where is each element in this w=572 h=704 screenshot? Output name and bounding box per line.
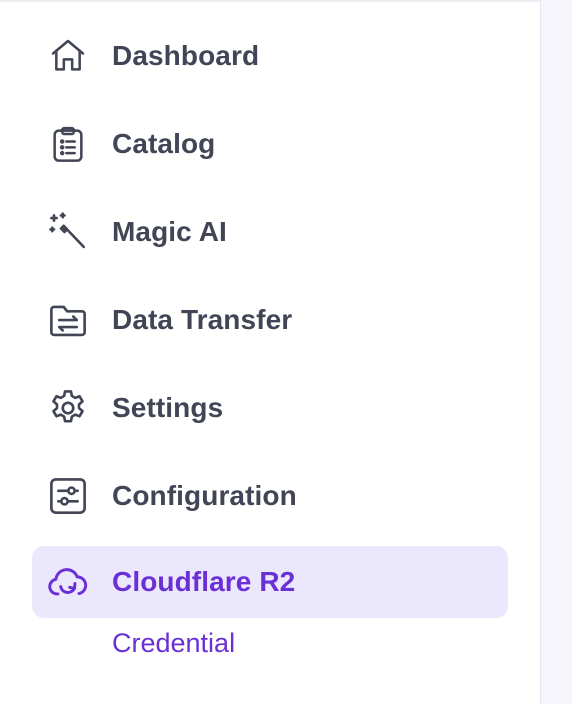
sidebar-item-label: Data Transfer [112,304,293,335]
sidebar-item-data-transfer[interactable]: Data Transfer [32,284,508,356]
gear-icon [45,385,91,431]
sidebar-item-label: Configuration [112,480,297,511]
sidebar-item-cloudflare-r2[interactable]: Cloudflare R2 [32,546,508,618]
cloud-icon [45,559,91,605]
clipboard-list-icon [45,121,91,167]
main-content-edge [540,0,572,704]
magic-wand-icon [45,209,91,255]
sliders-icon [45,473,91,519]
sidebar-item-label: Dashboard [112,40,260,71]
sidebar-item-dashboard[interactable]: Dashboard [32,20,508,92]
sidebar-item-settings[interactable]: Settings [32,372,508,444]
sidebar-subitem-credential[interactable]: Credential [112,628,235,659]
sidebar: Dashboard Catalog Magic AI Data Transfer… [0,0,540,704]
sidebar-item-label: Catalog [112,128,216,159]
sidebar-item-label: Settings [112,392,224,423]
home-icon [45,33,91,79]
sidebar-item-configuration[interactable]: Configuration [32,460,508,532]
sidebar-item-catalog[interactable]: Catalog [32,108,508,180]
sidebar-item-label: Cloudflare R2 [112,566,296,597]
sidebar-item-label: Magic AI [112,216,227,247]
sidebar-item-magic-ai[interactable]: Magic AI [32,196,508,268]
folder-transfer-icon [45,297,91,343]
